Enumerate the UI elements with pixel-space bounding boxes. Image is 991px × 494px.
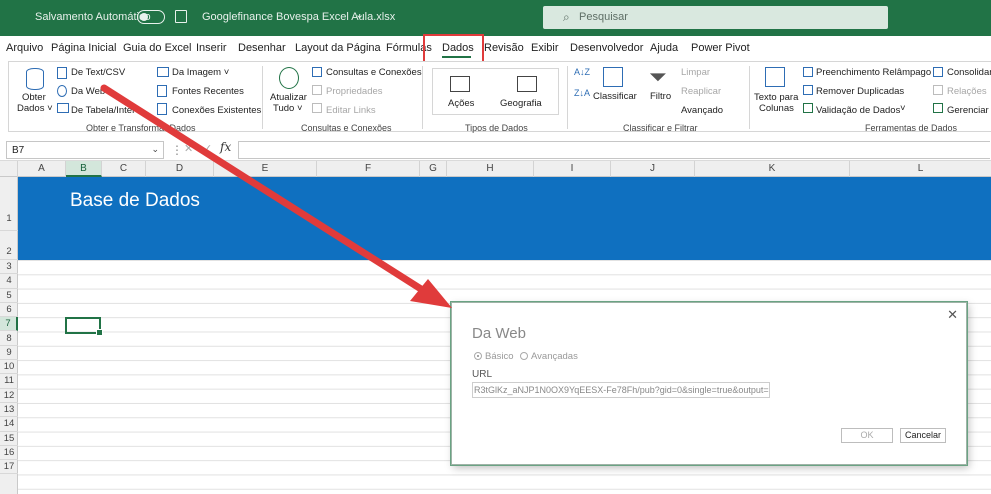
annotation-arrow xyxy=(100,84,452,308)
arrow-shaft xyxy=(100,84,436,300)
